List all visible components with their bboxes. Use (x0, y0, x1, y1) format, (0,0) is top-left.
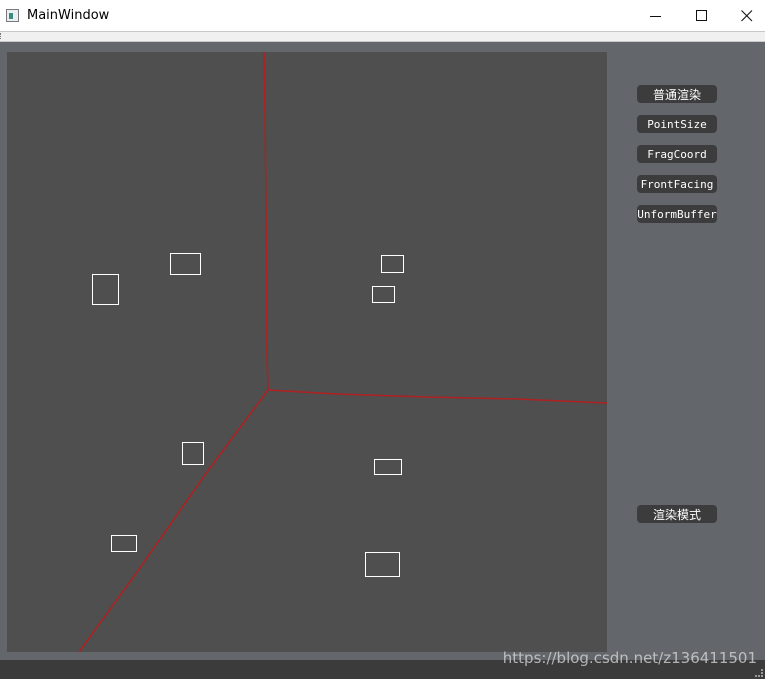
minimize-icon (650, 16, 661, 17)
outline-rect (381, 255, 404, 273)
render-mode-button[interactable]: 渲染模式 (637, 505, 717, 523)
outline-rect (182, 442, 204, 465)
pointsize-button[interactable]: PointSize (637, 115, 717, 133)
app-icon (6, 9, 19, 22)
outline-rect (374, 459, 402, 475)
render-canvas[interactable] (7, 52, 607, 652)
maximize-icon (696, 10, 707, 21)
outline-rect (365, 552, 400, 577)
resize-grip-icon[interactable] (755, 669, 763, 677)
divider-line-vertical (263, 52, 269, 391)
render-scene (78, 52, 607, 652)
minimize-button[interactable] (633, 0, 679, 32)
outline-rect (92, 274, 119, 305)
fragcoord-button[interactable]: FragCoord (637, 145, 717, 163)
outline-rect (372, 286, 395, 303)
watermark-text: https://blog.csdn.net/z136411501 (502, 649, 757, 667)
menu-bar (0, 32, 765, 42)
maximize-button[interactable] (679, 0, 725, 32)
outline-rect (170, 253, 201, 275)
toolbar-grip[interactable] (0, 33, 3, 39)
uniformbuffer-button[interactable]: UnformBuffer (637, 205, 717, 223)
divider-line-horizontal (267, 389, 607, 404)
outline-rect (111, 535, 137, 552)
divider-line-diagonal (78, 389, 269, 652)
close-button[interactable] (724, 0, 765, 32)
window-title: MainWindow (27, 8, 110, 23)
frontfacing-button[interactable]: FrontFacing (637, 175, 717, 193)
title-bar: MainWindow (0, 0, 765, 32)
close-icon (741, 10, 753, 22)
normal-render-button[interactable]: 普通渲染 (637, 85, 717, 103)
